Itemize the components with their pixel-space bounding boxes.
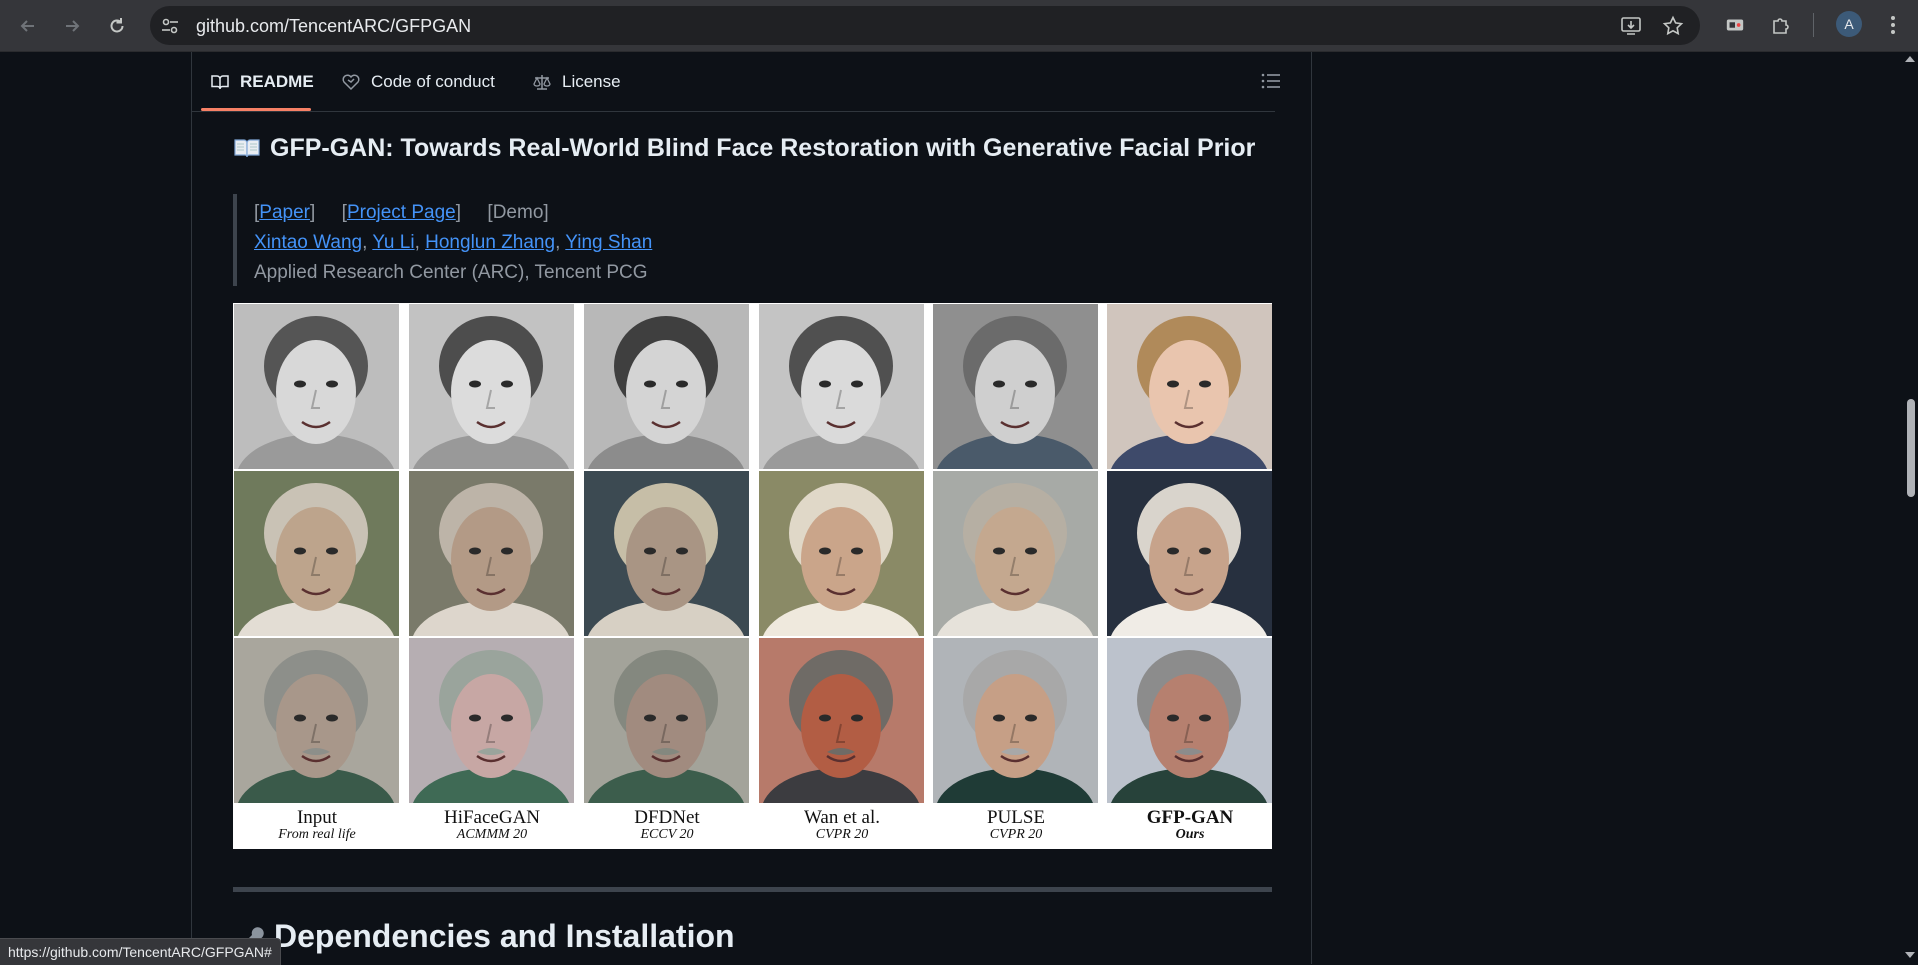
authors-line: Xintao Wang, Yu Li, Honglun Zhang, Ying … [254, 232, 653, 253]
readme-tabbar: README Code of conduct License [192, 52, 1280, 112]
status-url-bubble: https://github.com/TencentARC/GFPGAN# [0, 938, 281, 965]
venue-label: From real life [278, 827, 356, 842]
author-link[interactable]: Ying Shan [565, 232, 652, 253]
tab-readme[interactable]: README [210, 52, 314, 111]
author-link[interactable]: Xintao Wang [254, 232, 362, 253]
site-settings-icon[interactable] [160, 16, 180, 36]
tab-label: Code of conduct [371, 71, 495, 91]
tab-code-of-conduct[interactable]: Code of conduct [341, 52, 495, 111]
arrow-right-icon [66, 20, 80, 32]
browser-toolbar: github.com/TencentARC/GFPGAN A [0, 0, 1918, 52]
figure-caption: DFDNet ECCV 20 [580, 808, 754, 842]
profile-avatar[interactable]: A [1836, 11, 1862, 37]
face-image [584, 638, 749, 803]
bookmark-star-icon[interactable] [1662, 15, 1684, 37]
tab-license[interactable]: License [532, 52, 621, 111]
tab-label: README [240, 71, 314, 91]
reload-icon [110, 18, 124, 33]
venue-label: CVPR 20 [815, 827, 869, 842]
demo-text: [Demo] [487, 202, 549, 223]
face-image [1107, 471, 1272, 636]
reload-button[interactable] [101, 10, 133, 42]
section-heading: Dependencies and Installation [234, 918, 735, 955]
figure-caption: GFP-GAN Ours [1103, 808, 1277, 842]
figure-caption: PULSE CVPR 20 [929, 808, 1103, 842]
figure-caption: Input From real life [230, 808, 404, 842]
method-name: Input [296, 807, 338, 828]
face-image [933, 638, 1098, 803]
face-image [933, 471, 1098, 636]
links-line: [Paper] [Project Page] [Demo] [254, 202, 549, 223]
face-image [584, 304, 749, 469]
face-image [759, 304, 924, 469]
face-image [409, 638, 574, 803]
scale-icon [533, 74, 551, 90]
horizontal-rule [233, 887, 1272, 892]
affiliation: Applied Research Center (ARC), Tencent P… [254, 262, 648, 283]
extensions-puzzle-icon[interactable] [1768, 12, 1794, 38]
author-link[interactable]: Yu Li [372, 232, 414, 253]
face-image [759, 638, 924, 803]
venue-label: Ours [1175, 827, 1205, 842]
page-scrollbar[interactable] [1902, 52, 1918, 964]
book-icon [211, 74, 229, 89]
arrow-left-icon [20, 20, 34, 32]
install-app-icon[interactable] [1620, 15, 1642, 37]
method-name: Wan et al. [803, 807, 881, 828]
scroll-thumb[interactable] [1907, 399, 1915, 497]
project-page-link[interactable]: Project Page [347, 202, 456, 223]
face-image [234, 638, 399, 803]
title-text: GFP-GAN: Towards Real-World Blind Face R… [270, 134, 1256, 162]
face-image [1107, 638, 1272, 803]
tab-label: License [562, 71, 621, 91]
blockquote: [Paper] [Project Page] [Demo] Xintao Wan… [233, 194, 837, 286]
face-image [1107, 304, 1272, 469]
face-image [759, 471, 924, 636]
scroll-down-arrow[interactable] [1905, 952, 1915, 958]
outline-list-icon[interactable] [1260, 70, 1282, 92]
comparison-figure[interactable]: Input From real life HiFaceGAN ACMMM 20 DFDN… [233, 303, 1272, 849]
venue-label: CVPR 20 [989, 827, 1043, 842]
address-bar[interactable]: github.com/TencentARC/GFPGAN [150, 6, 1700, 45]
venue-label: ACMMM 20 [456, 827, 528, 842]
method-name: DFDNet [634, 807, 700, 828]
paper-link[interactable]: Paper [259, 202, 310, 223]
active-tab-indicator [201, 108, 311, 111]
scroll-up-arrow[interactable] [1905, 56, 1915, 62]
url-text[interactable]: github.com/TencentARC/GFPGAN [196, 16, 471, 37]
readme-title: GFP-GAN: Towards Real-World Blind Face R… [234, 134, 1255, 163]
method-name: PULSE [986, 807, 1046, 828]
face-image [234, 471, 399, 636]
forward-button[interactable] [56, 10, 88, 42]
more-menu-icon[interactable] [1880, 12, 1906, 38]
toolbar-divider [1813, 13, 1814, 37]
face-image [409, 471, 574, 636]
section-heading-text: Dependencies and Installation [274, 918, 735, 954]
face-image [409, 304, 574, 469]
open-book-icon [234, 139, 260, 158]
media-extension-icon[interactable] [1722, 12, 1748, 38]
venue-label: ECCV 20 [640, 827, 694, 842]
figure-caption: Wan et al. CVPR 20 [755, 808, 929, 842]
author-link[interactable]: Honglun Zhang [425, 232, 555, 253]
method-name: GFP-GAN [1146, 807, 1234, 828]
heart-handshake-icon [342, 74, 360, 90]
back-button[interactable] [12, 10, 44, 42]
figure-caption: HiFaceGAN ACMMM 20 [405, 808, 579, 842]
face-image [234, 304, 399, 469]
face-image [584, 471, 749, 636]
face-image [933, 304, 1098, 469]
readme-container: README Code of conduct License GFP-GAN: … [191, 52, 1312, 964]
method-name: HiFaceGAN [443, 807, 541, 828]
page-content: README Code of conduct License GFP-GAN: … [0, 52, 1918, 964]
